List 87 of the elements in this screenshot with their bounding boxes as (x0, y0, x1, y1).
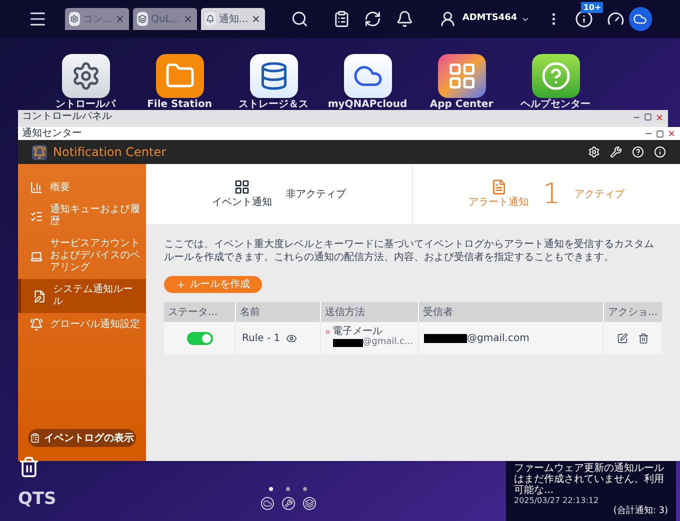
desktop-icon-label[interactable]: ストレージ＆ス (238, 99, 308, 110)
gauge-icon[interactable] (607, 10, 625, 28)
trash-icon[interactable] (18, 455, 40, 479)
app-title: Notification Center (53, 144, 166, 161)
desktop-icon-label[interactable]: App Center (430, 99, 494, 110)
wrench-icon[interactable] (282, 497, 294, 510)
column-header: 受信者 (418, 302, 603, 322)
database-icon[interactable] (250, 54, 298, 98)
user-name[interactable]: ADMTS464 (462, 12, 518, 26)
plus-icon (176, 280, 186, 290)
close-icon[interactable] (251, 14, 262, 24)
column-header: 名前 (235, 302, 320, 322)
cloud-icon (633, 12, 648, 26)
cloud-button[interactable] (628, 7, 652, 31)
recipient-email: @gmail.com (467, 332, 530, 346)
summary-tab[interactable]: イベント通知 非アクティブ (146, 164, 412, 224)
gear-icon (69, 12, 80, 26)
sync-icon[interactable] (364, 10, 382, 28)
summary-status: 非アクティブ (286, 188, 346, 202)
document-icon (490, 178, 506, 194)
trash-icon[interactable] (638, 332, 649, 344)
summary-status: アクティブ (574, 188, 624, 202)
clipboard-icon (30, 433, 40, 443)
help-icon[interactable] (532, 54, 580, 98)
window-title: コントロールパネル (22, 111, 112, 123)
popup-message: ファームウェア更新の通知ルールはまだ作成されていません。利用可能な... (514, 463, 665, 496)
tab-label: コン... (82, 12, 112, 26)
logo-text: QTS (18, 488, 56, 511)
cloud-icon[interactable] (344, 54, 392, 98)
eye-icon[interactable] (286, 332, 298, 344)
tab-label: QuL... (151, 12, 180, 26)
settings-icon[interactable] (588, 146, 600, 158)
desktop-icon-label[interactable]: ントロールパ (56, 99, 116, 110)
gear-icon[interactable] (62, 54, 110, 98)
redaction-bar (424, 334, 467, 342)
grid-icon[interactable] (438, 54, 486, 98)
close-icon[interactable] (183, 14, 194, 24)
folder-icon[interactable] (156, 54, 204, 98)
window-title: 通知センター (22, 128, 82, 140)
email-address: @gmail.c... (362, 337, 413, 348)
list-icon (30, 210, 43, 222)
laptop-icon (30, 250, 43, 262)
tools-icon[interactable] (610, 146, 622, 158)
bell-icon (32, 144, 47, 160)
search-icon[interactable] (291, 10, 309, 28)
window-tab[interactable]: 通知... (201, 8, 266, 30)
redaction-bar (332, 338, 363, 346)
desktop-icon-label[interactable]: ヘルプセンター (520, 99, 590, 110)
popup-total: (合計通知: 3) (613, 506, 668, 516)
popup-time: 2025/03/27 22:13:12 (514, 496, 600, 506)
close-icon[interactable] (115, 14, 126, 24)
sidebar-label: システム通知ルール (53, 284, 134, 308)
document-pen-icon (33, 290, 46, 302)
summary-label: アラート通知 (468, 196, 528, 210)
count-badge: 10+ (581, 2, 604, 13)
desktop-icon-label[interactable]: File Station (147, 99, 212, 110)
bell-icon[interactable] (396, 10, 413, 28)
help-icon[interactable] (632, 146, 644, 158)
desktop-icon-label[interactable]: myQNAPcloud (328, 99, 408, 110)
bell-icon (205, 12, 216, 26)
grid-icon (234, 178, 250, 194)
bell-icon (30, 318, 43, 331)
sidebar-item[interactable]: システム通知ルール (18, 279, 146, 313)
sidebar-label: 通知キューおよび履歴 (50, 204, 141, 228)
rule-name: Rule - 1 (242, 332, 280, 346)
column-header: アクショ... (603, 302, 662, 322)
column-header: 送信方法 (320, 302, 418, 322)
method-name: 電子メール (332, 326, 384, 337)
maximize-icon[interactable] (644, 113, 652, 121)
sidebar-label: 概要 (50, 182, 70, 194)
chart-icon (30, 181, 43, 194)
toggle-switch[interactable] (186, 332, 212, 344)
tab-label: 通知... (218, 12, 248, 26)
cloud-icon[interactable] (260, 497, 274, 510)
close-icon[interactable] (666, 129, 676, 138)
info-icon[interactable] (575, 10, 594, 28)
sidebar-label: グローバル通知設定 (50, 318, 140, 330)
description-text: ここでは、イベント重大度レベルとキーワードに基づいてイベントログからアラート通知を受信するカスタムルールを作成できます。これらの通知の配信方法、内容、および受信者を指定することもできます。 (164, 238, 655, 264)
user-icon[interactable] (438, 10, 456, 28)
summary-label: イベント通知 (212, 196, 272, 210)
column-header: ステータ... (164, 302, 235, 322)
notification-popup[interactable]: ファームウェア更新の通知ルールはまだ作成されていません。利用可能な... 2025/03/27 22:13:12 (合計通知: 3) (506, 461, 676, 521)
sidebar-label: サービスアカウントおよびデバイスのペアリング (50, 238, 141, 274)
sidebar-item[interactable]: グローバル通知設定 (18, 313, 146, 336)
edit-icon[interactable] (616, 332, 628, 344)
event-log-button[interactable]: イベントログの表示 (28, 429, 136, 447)
summary-count: 1 (542, 176, 560, 212)
